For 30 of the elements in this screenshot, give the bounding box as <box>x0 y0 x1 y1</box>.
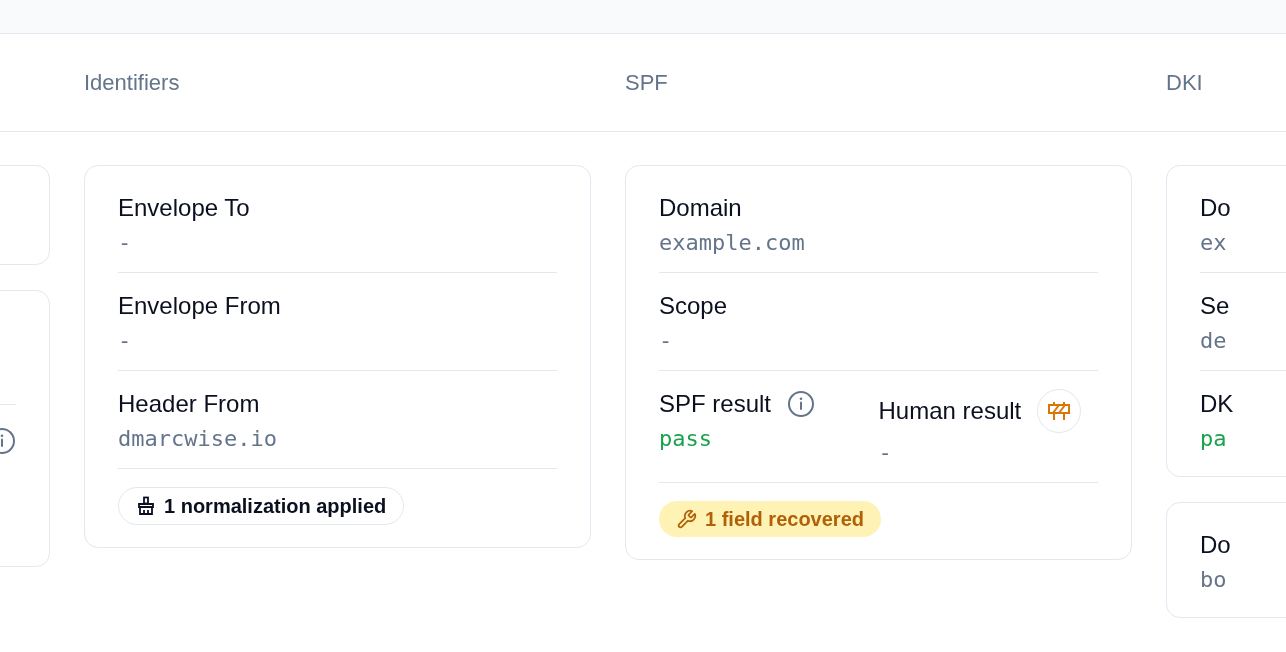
brush-icon <box>136 496 156 516</box>
field-value: - <box>878 439 892 467</box>
field-value: ex <box>1200 229 1227 257</box>
field-label: Header From <box>118 389 260 419</box>
field-label: Se <box>1200 291 1230 321</box>
field-value: pa <box>1200 425 1227 453</box>
status-pill: 1 field recovered <box>659 501 881 537</box>
field-label: Domain <box>659 193 742 223</box>
field-label: DK <box>1200 389 1234 419</box>
column-title: SPF <box>625 69 668 94</box>
field-label: SPF result <box>659 389 772 419</box>
field-label: Do <box>1200 193 1231 223</box>
field-value: bo <box>1200 566 1227 594</box>
field-value: dmarcwise.io <box>118 425 277 453</box>
field-value: pass <box>659 425 712 453</box>
field-value: de <box>1200 327 1227 355</box>
field-label: Human result <box>878 396 1022 426</box>
field-value: - <box>659 327 673 355</box>
field-label: Envelope To <box>118 193 250 223</box>
field-value: example.com <box>659 229 805 257</box>
column-title: DKI <box>1166 69 1203 94</box>
field-label: Scope <box>659 291 728 321</box>
status-pill: 1 normalization applied <box>118 487 405 525</box>
wrench-icon <box>676 508 697 530</box>
info-icon[interactable] <box>787 390 816 418</box>
field-value: - <box>118 229 132 257</box>
field-label: Envelope From <box>118 291 281 321</box>
field-value: - <box>118 327 132 355</box>
column-title: Identifiers <box>84 69 180 94</box>
field-label: Do <box>1200 530 1231 560</box>
